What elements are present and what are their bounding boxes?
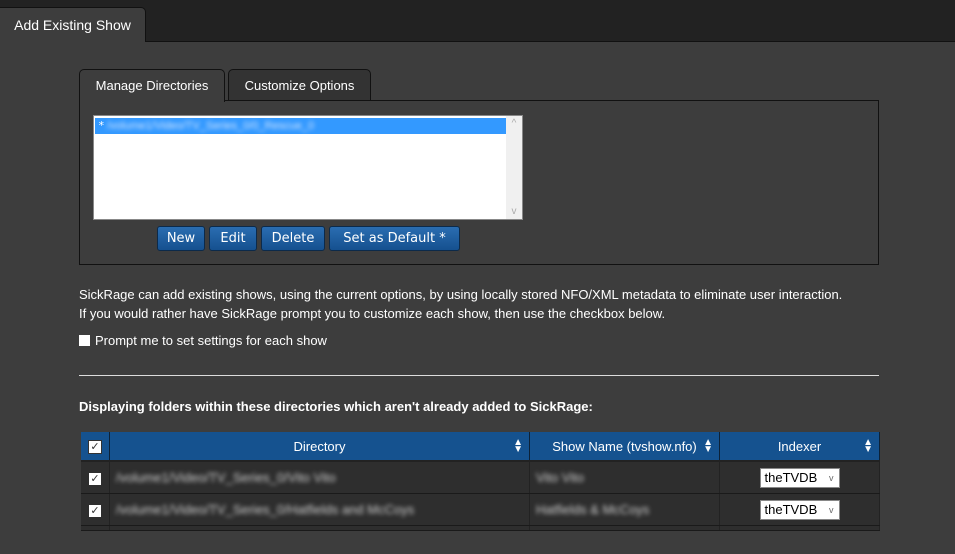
column-header-directory[interactable]: Directory ▲ ▼ — [109, 432, 530, 462]
tab-customize-options[interactable]: Customize Options — [228, 69, 371, 101]
select-all-header: ✓ — [81, 432, 110, 462]
stub-cell — [81, 525, 110, 531]
sort-icon[interactable]: ▲ ▼ — [703, 438, 713, 455]
scroll-down-icon[interactable]: v — [506, 206, 522, 217]
sort-icon[interactable]: ▲ ▼ — [863, 438, 873, 455]
prompt-checkbox[interactable] — [79, 335, 90, 346]
show-name-cell: Hatfields & McCoys — [529, 493, 720, 526]
stub-cell — [719, 525, 880, 531]
indexer-value: theTVDB — [764, 469, 818, 485]
column-header-label: Directory — [293, 438, 346, 454]
indexer-select[interactable]: theTVDB v — [759, 467, 840, 488]
column-header-label: Indexer — [777, 438, 822, 454]
directory-path: /volume1/Video/TV_Series_0/Hatfields and… — [116, 502, 415, 517]
indexer-value: theTVDB — [764, 501, 818, 517]
row-checkbox[interactable]: ✓ — [89, 505, 101, 517]
prompt-label: Prompt me to set settings for each show — [95, 333, 327, 348]
select-all-checkbox[interactable]: ✓ — [88, 440, 102, 454]
root-dirs-list[interactable]: * /volume1/Video/TV_Series_0/0_Rescue_0 … — [93, 115, 523, 220]
manage-directories-panel: * /volume1/Video/TV_Series_0/0_Rescue_0 … — [79, 100, 879, 265]
chevron-down-icon: v — [829, 472, 834, 483]
description: SickRage can add existing shows, using t… — [79, 285, 899, 323]
indexer-select[interactable]: theTVDB v — [759, 499, 840, 520]
table-row: ✓ /volume1/Video/TV_Series_0/Hatfields a… — [81, 493, 880, 526]
stub-cell — [529, 525, 720, 531]
scroll-up-icon[interactable]: ^ — [506, 118, 522, 129]
row-select-cell: ✓ — [81, 461, 110, 494]
divider — [79, 375, 879, 376]
show-name: Hatfields & McCoys — [536, 502, 650, 517]
tab-manage-directories[interactable]: Manage Directories — [79, 69, 225, 102]
default-marker: * — [98, 119, 105, 132]
edit-button[interactable]: Edit — [209, 226, 257, 251]
directory-cell: /volume1/Video/TV_Series_0/Vito Vito — [109, 461, 530, 494]
table-row-partial — [81, 525, 880, 531]
root-dir-path: /volume1/Video/TV_Series_0/0_Rescue_0 — [107, 120, 315, 132]
delete-button[interactable]: Delete — [261, 226, 325, 251]
table-header-row: ✓ Directory ▲ ▼ Show Name (tvshow.nfo) ▲ ▼… — [81, 432, 880, 462]
root-dir-item[interactable]: * /volume1/Video/TV_Series_0/0_Rescue_0 — [95, 118, 506, 134]
indexer-cell: theTVDB v — [719, 461, 880, 494]
row-select-cell: ✓ — [81, 493, 110, 526]
list-scrollbar[interactable]: ^ v — [506, 116, 522, 219]
chevron-down-icon: v — [829, 504, 834, 515]
folders-heading: Displaying folders within these director… — [79, 399, 593, 414]
show-name: Vito Vito — [536, 470, 584, 485]
column-header-label: Show Name (tvshow.nfo) — [552, 438, 697, 454]
column-header-show-name[interactable]: Show Name (tvshow.nfo) ▲ ▼ — [529, 432, 720, 462]
prompt-setting: Prompt me to set settings for each show — [79, 333, 327, 349]
indexer-cell: theTVDB v — [719, 493, 880, 526]
row-checkbox[interactable]: ✓ — [89, 473, 101, 485]
column-header-indexer[interactable]: Indexer ▲ ▼ — [719, 432, 880, 462]
description-line-2: If you would rather have SickRage prompt… — [79, 306, 666, 321]
new-button[interactable]: New — [157, 226, 205, 251]
sort-icon[interactable]: ▲ ▼ — [513, 438, 523, 455]
existing-shows-table: ✓ Directory ▲ ▼ Show Name (tvshow.nfo) ▲ ▼… — [81, 432, 880, 531]
stub-cell — [109, 525, 530, 531]
directory-cell: /volume1/Video/TV_Series_0/Hatfields and… — [109, 493, 530, 526]
description-line-1: SickRage can add existing shows, using t… — [79, 287, 843, 302]
tab-add-existing-show[interactable]: Add Existing Show — [0, 7, 146, 42]
table-row: ✓ /volume1/Video/TV_Series_0/Vito Vito V… — [81, 461, 880, 494]
show-name-cell: Vito Vito — [529, 461, 720, 494]
directory-path: /volume1/Video/TV_Series_0/Vito Vito — [116, 470, 336, 485]
set-as-default-button[interactable]: Set as Default * — [329, 226, 460, 251]
